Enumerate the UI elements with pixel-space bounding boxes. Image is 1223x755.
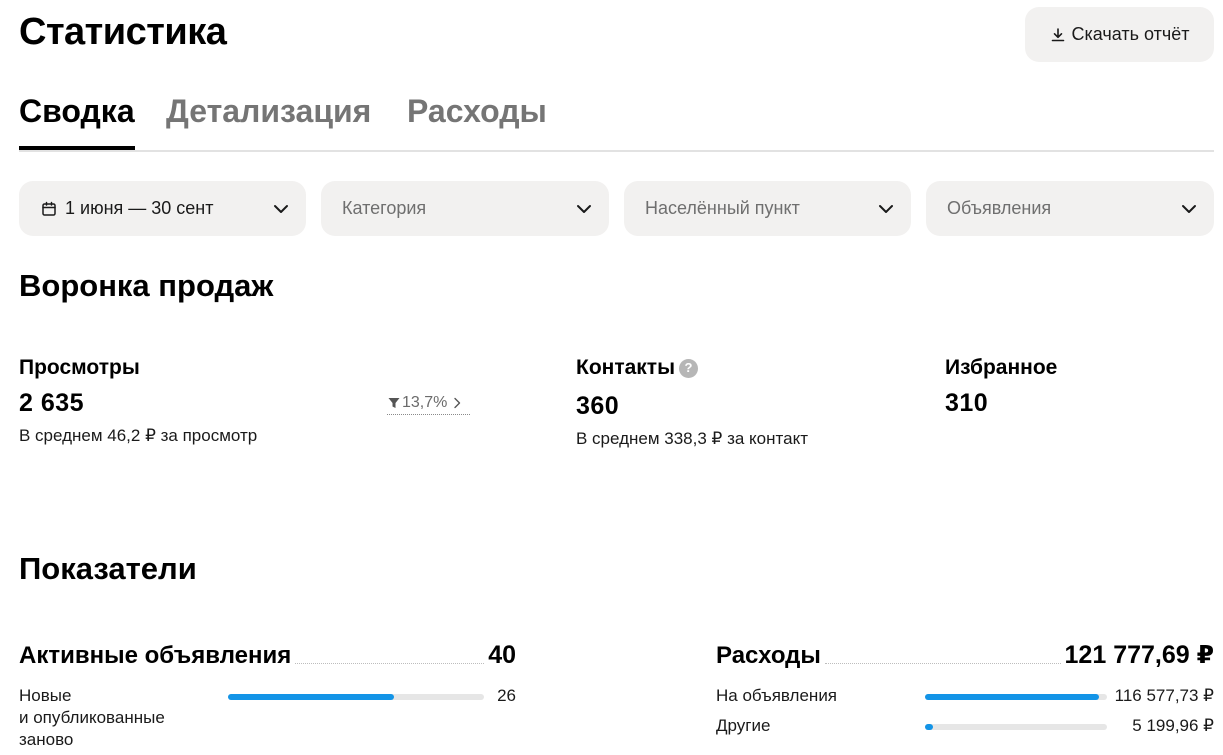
download-icon [1050, 27, 1066, 43]
city-select[interactable]: Населённый пункт [624, 181, 911, 236]
contacts-value: 360 [576, 392, 620, 420]
expenses-header: Расходы 121 777,69 ₽ [716, 640, 1214, 670]
tab-expenses[interactable]: Расходы [407, 88, 547, 134]
views-label: Просмотры [19, 356, 140, 379]
active-ads-header: Активные объявления 40 [19, 640, 516, 670]
expenses-label: Расходы [716, 642, 821, 669]
date-range-value: 1 июня — 30 сент [65, 198, 214, 218]
chevron-right-icon [450, 396, 464, 410]
expenses-total: 121 777,69 ₽ [1064, 641, 1214, 669]
conversion-value: 13,7% [402, 394, 448, 411]
active-ads-bar [228, 694, 484, 700]
active-ads-total: 40 [488, 641, 516, 669]
help-icon[interactable]: ? [679, 358, 699, 378]
expenses-other-value: 5 199,96 ₽ [1132, 716, 1214, 735]
calendar-icon [41, 201, 57, 217]
views-value: 2 635 [19, 389, 85, 417]
tab-details[interactable]: Детализация [166, 88, 371, 134]
favorites-label: Избранное [945, 356, 1058, 379]
tab-summary[interactable]: Сводка [19, 88, 135, 150]
download-report-label: Скачать отчёт [1071, 24, 1190, 44]
expenses-ads-bar-fill [925, 694, 1100, 700]
expenses-ads-bar [925, 694, 1107, 700]
views-average: В среднем 46,2 ₽ за просмотр [19, 426, 258, 445]
active-ads-row-label: Новые и опубликованные заново [19, 686, 165, 749]
expenses-ads-label: На объявления [716, 686, 838, 705]
expenses-other-label: Другие [716, 716, 771, 735]
city-placeholder: Населённый пункт [645, 198, 800, 218]
dotted-leader [295, 663, 485, 664]
category-select[interactable]: Категория [321, 181, 609, 236]
dotted-leader [824, 663, 1061, 664]
chevron-down-icon [1178, 198, 1200, 220]
chevron-down-icon [573, 198, 595, 220]
active-ads-bar-fill [228, 694, 395, 700]
contacts-average: В среднем 338,3 ₽ за контакт [576, 429, 808, 448]
active-ads-row-value: 26 [497, 686, 516, 705]
category-placeholder: Категория [342, 198, 427, 218]
download-report-button[interactable]: Скачать отчёт [1025, 7, 1214, 62]
favorites-value: 310 [945, 389, 989, 417]
indicators-title: Показатели [19, 551, 197, 586]
views-conversion[interactable]: 13,7% [387, 392, 470, 415]
expenses-ads-value: 116 577,73 ₽ [1114, 686, 1214, 705]
tab-bar: Сводка Детализация Расходы [19, 88, 1214, 152]
expenses-other-bar-fill [925, 724, 933, 730]
contacts-label: Контакты [576, 356, 676, 379]
funnel-icon [387, 396, 401, 410]
chevron-down-icon [875, 198, 897, 220]
page-title: Статистика [19, 11, 227, 53]
chevron-down-icon [270, 198, 292, 220]
funnel-title: Воронка продаж [19, 268, 274, 303]
active-ads-label: Активные объявления [19, 642, 292, 669]
expenses-other-bar [925, 724, 1107, 730]
statistics-page: Статистика Скачать отчёт Сводка Детализа… [0, 0, 1223, 755]
date-range-select[interactable]: 1 июня — 30 сент [19, 181, 306, 236]
ads-select[interactable]: Объявления [926, 181, 1214, 236]
contacts-label-wrap: Контакты? [576, 355, 699, 381]
ads-placeholder: Объявления [947, 198, 1052, 218]
